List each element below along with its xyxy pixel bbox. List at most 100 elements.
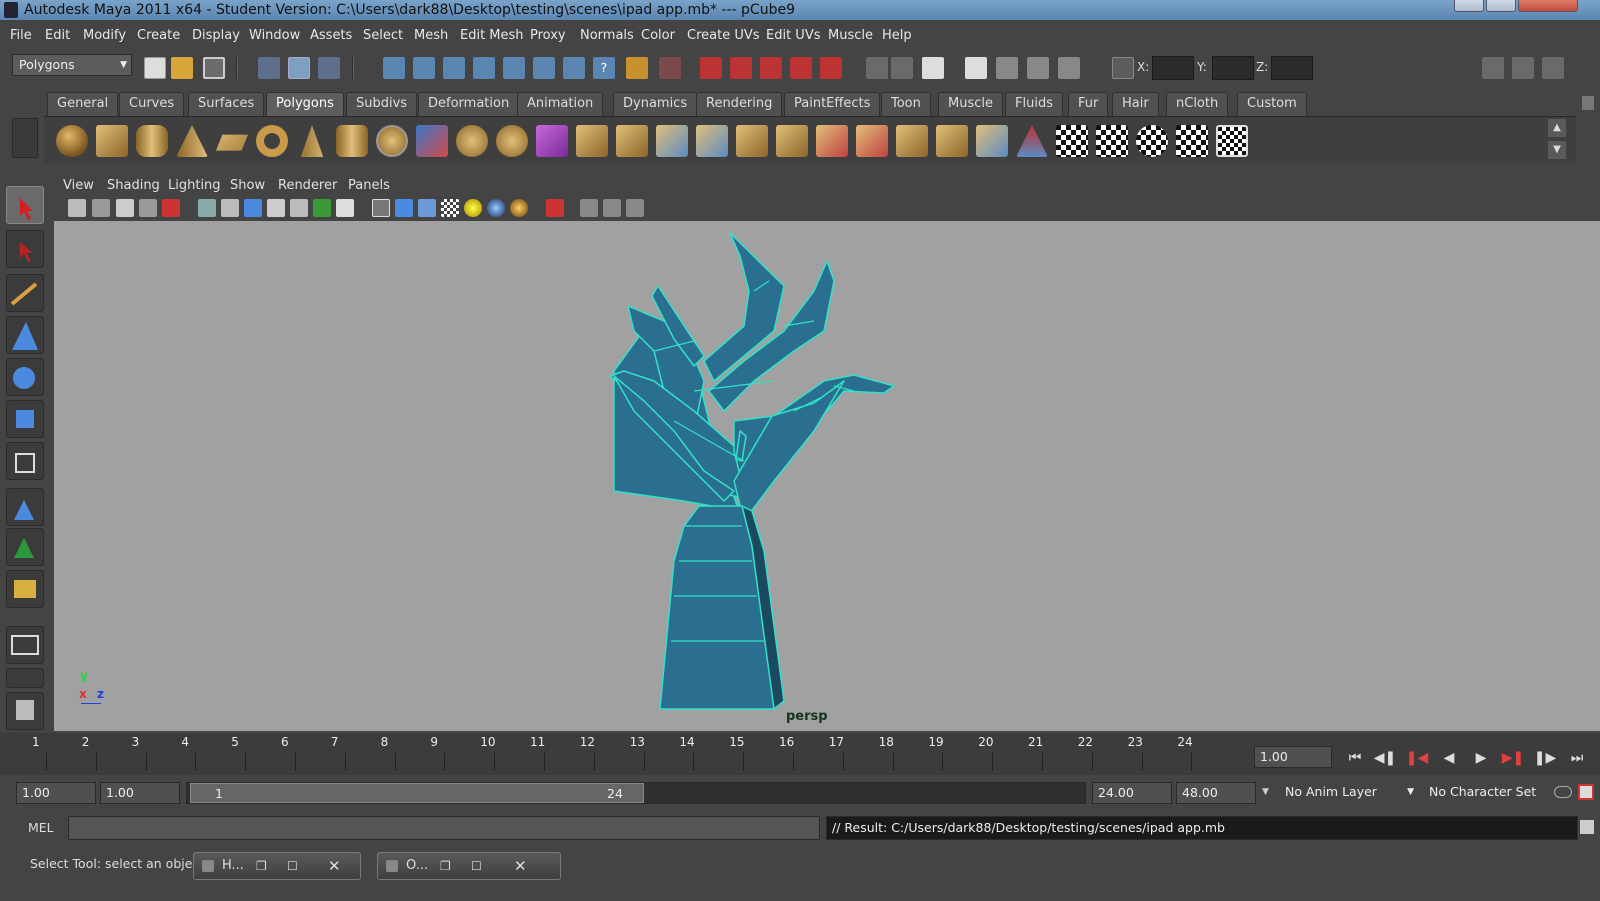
menu-file[interactable]: File — [10, 28, 32, 43]
cylindrical-mapping-icon[interactable] — [1096, 125, 1128, 157]
gate-mask-icon[interactable] — [244, 199, 262, 217]
shelf-tab-hair[interactable]: Hair — [1112, 92, 1159, 116]
open-scene-icon[interactable] — [171, 57, 193, 79]
cone-lamp-icon[interactable] — [1016, 125, 1048, 157]
close-icon[interactable]: ✕ — [328, 853, 341, 879]
playback-start-field[interactable]: 1.00 — [100, 782, 180, 804]
panel-menu-renderer[interactable]: Renderer — [278, 178, 337, 193]
poly-soccer-ball-icon[interactable] — [376, 125, 408, 157]
merge-icon[interactable] — [896, 125, 928, 157]
panel-menu-panels[interactable]: Panels — [348, 178, 390, 193]
append-polygon-icon[interactable] — [656, 125, 688, 157]
script-editor-icon[interactable] — [1580, 820, 1594, 834]
viewport-persp[interactable]: y x z persp — [54, 221, 1600, 731]
panel-menu-shading[interactable]: Shading — [107, 178, 160, 193]
poly-plane-icon[interactable] — [216, 134, 248, 151]
shelf-scroll-up-icon[interactable]: ▲ — [1548, 119, 1566, 137]
menu-mesh[interactable]: Mesh — [414, 28, 448, 43]
current-time-field[interactable]: 1.00 — [1254, 746, 1332, 768]
shelf-tab-toon[interactable]: Toon — [881, 92, 931, 116]
step-back-key-icon[interactable]: ❚◀ — [1405, 748, 1429, 768]
menu-edit-uvs[interactable]: Edit UVs — [766, 28, 821, 43]
extract-icon[interactable] — [496, 125, 528, 157]
step-forward-frame-icon[interactable]: ❚▶ — [1533, 748, 1557, 768]
menu-window[interactable]: Window — [249, 28, 300, 43]
start-time-field[interactable]: 1.00 — [16, 782, 96, 804]
go-to-end-icon[interactable]: ⏭ — [1565, 748, 1589, 768]
snap-curve-icon[interactable] — [413, 57, 435, 79]
shelf-tab-polygons[interactable]: Polygons — [266, 92, 344, 116]
poly-cube-icon[interactable] — [96, 125, 128, 157]
menu-normals[interactable]: Normals — [580, 28, 634, 43]
command-input[interactable] — [68, 816, 820, 840]
end-time-field[interactable]: 48.00 — [1176, 782, 1256, 804]
snap-plane-icon[interactable] — [473, 57, 495, 79]
minimize-button[interactable] — [1454, 0, 1484, 12]
select-component-icon[interactable] — [318, 57, 340, 79]
anim-layer-dropdown[interactable]: No Anim Layer ▼ — [1280, 782, 1416, 804]
y-field[interactable] — [1212, 56, 1254, 80]
channel-box-toggle-icon[interactable] — [1542, 57, 1564, 79]
shelf-tab-ncloth[interactable]: nCloth — [1166, 92, 1229, 116]
close-button[interactable] — [1518, 0, 1578, 12]
snap-live-icon[interactable] — [563, 57, 585, 79]
smooth-proxy-icon[interactable] — [536, 125, 568, 157]
wedge-icon[interactable] — [976, 125, 1008, 157]
shelf-tab-fur[interactable]: Fur — [1068, 92, 1109, 116]
menu-help[interactable]: Help — [882, 28, 912, 43]
batch-render-icon[interactable] — [996, 57, 1018, 79]
ipr-icon[interactable] — [1027, 57, 1049, 79]
smooth-shade-icon[interactable] — [395, 199, 413, 217]
extrude-icon[interactable] — [576, 125, 608, 157]
maximize-icon[interactable]: ☐ — [471, 853, 482, 879]
menu-muscle[interactable]: Muscle — [828, 28, 873, 43]
shelf-tab-deformation[interactable]: Deformation — [418, 92, 520, 116]
key-icon[interactable] — [1554, 786, 1572, 798]
input-line-icon[interactable] — [866, 57, 888, 79]
go-to-start-icon[interactable]: ⏮ — [1343, 748, 1367, 768]
safe-title-icon[interactable] — [313, 199, 331, 217]
tool-settings-toggle-icon[interactable] — [1512, 57, 1534, 79]
split-polygon-tool-icon[interactable] — [816, 125, 848, 157]
menu-create-uvs[interactable]: Create UVs — [687, 28, 760, 43]
menu-color[interactable]: Color — [641, 28, 675, 43]
combine-icon[interactable] — [416, 125, 448, 157]
select-object-icon[interactable] — [288, 57, 310, 79]
shelf-tab-general[interactable]: General — [47, 92, 119, 116]
select-camera-icon[interactable] — [68, 199, 86, 217]
construction-history-icon[interactable] — [700, 57, 722, 79]
menu-assets[interactable]: Assets — [310, 28, 352, 43]
use-all-lights-icon[interactable] — [464, 199, 482, 217]
transform-mode-icon[interactable] — [1112, 57, 1134, 79]
ipr-render-icon[interactable] — [760, 57, 782, 79]
xray-components-icon[interactable] — [626, 199, 644, 217]
command-language-label[interactable]: MEL — [28, 820, 54, 835]
shelf-tab-dynamics[interactable]: Dynamics — [613, 92, 698, 116]
panel-menu-lighting[interactable]: Lighting — [168, 178, 221, 193]
select-hierarchy-icon[interactable] — [258, 57, 280, 79]
safe-action-icon[interactable] — [290, 199, 308, 217]
snap-grid-icon[interactable] — [383, 57, 405, 79]
snap-vertex-icon[interactable] — [533, 57, 555, 79]
z-field[interactable] — [1271, 56, 1313, 80]
attribute-editor-icon[interactable] — [922, 57, 944, 79]
render-settings-icon[interactable] — [790, 57, 812, 79]
preferences-icon[interactable] — [1578, 784, 1594, 800]
play-backwards-icon[interactable]: ◀ — [1437, 748, 1461, 768]
shelf-tab-surfaces[interactable]: Surfaces — [188, 92, 265, 116]
history-icon[interactable] — [659, 57, 681, 79]
menu-edit-mesh[interactable]: Edit Mesh — [460, 28, 524, 43]
grid-toggle-icon[interactable] — [198, 199, 216, 217]
shelf-tab-muscle[interactable]: Muscle — [938, 92, 1003, 116]
poly-pipe-icon[interactable] — [336, 125, 368, 157]
wireframe-icon[interactable] — [372, 199, 390, 217]
resolution-gate-icon[interactable] — [221, 199, 239, 217]
field-chart-icon[interactable] — [267, 199, 285, 217]
panel-menu-view[interactable]: View — [63, 178, 94, 193]
isolate-select-icon[interactable] — [546, 199, 564, 217]
maximize-icon[interactable]: ☐ — [287, 853, 298, 879]
textured-icon[interactable] — [441, 199, 459, 217]
range-slider-handle[interactable]: 1 24 — [190, 783, 644, 803]
shelf-tab-custom[interactable]: Custom — [1237, 92, 1307, 116]
bookmark-icon[interactable] — [116, 199, 134, 217]
